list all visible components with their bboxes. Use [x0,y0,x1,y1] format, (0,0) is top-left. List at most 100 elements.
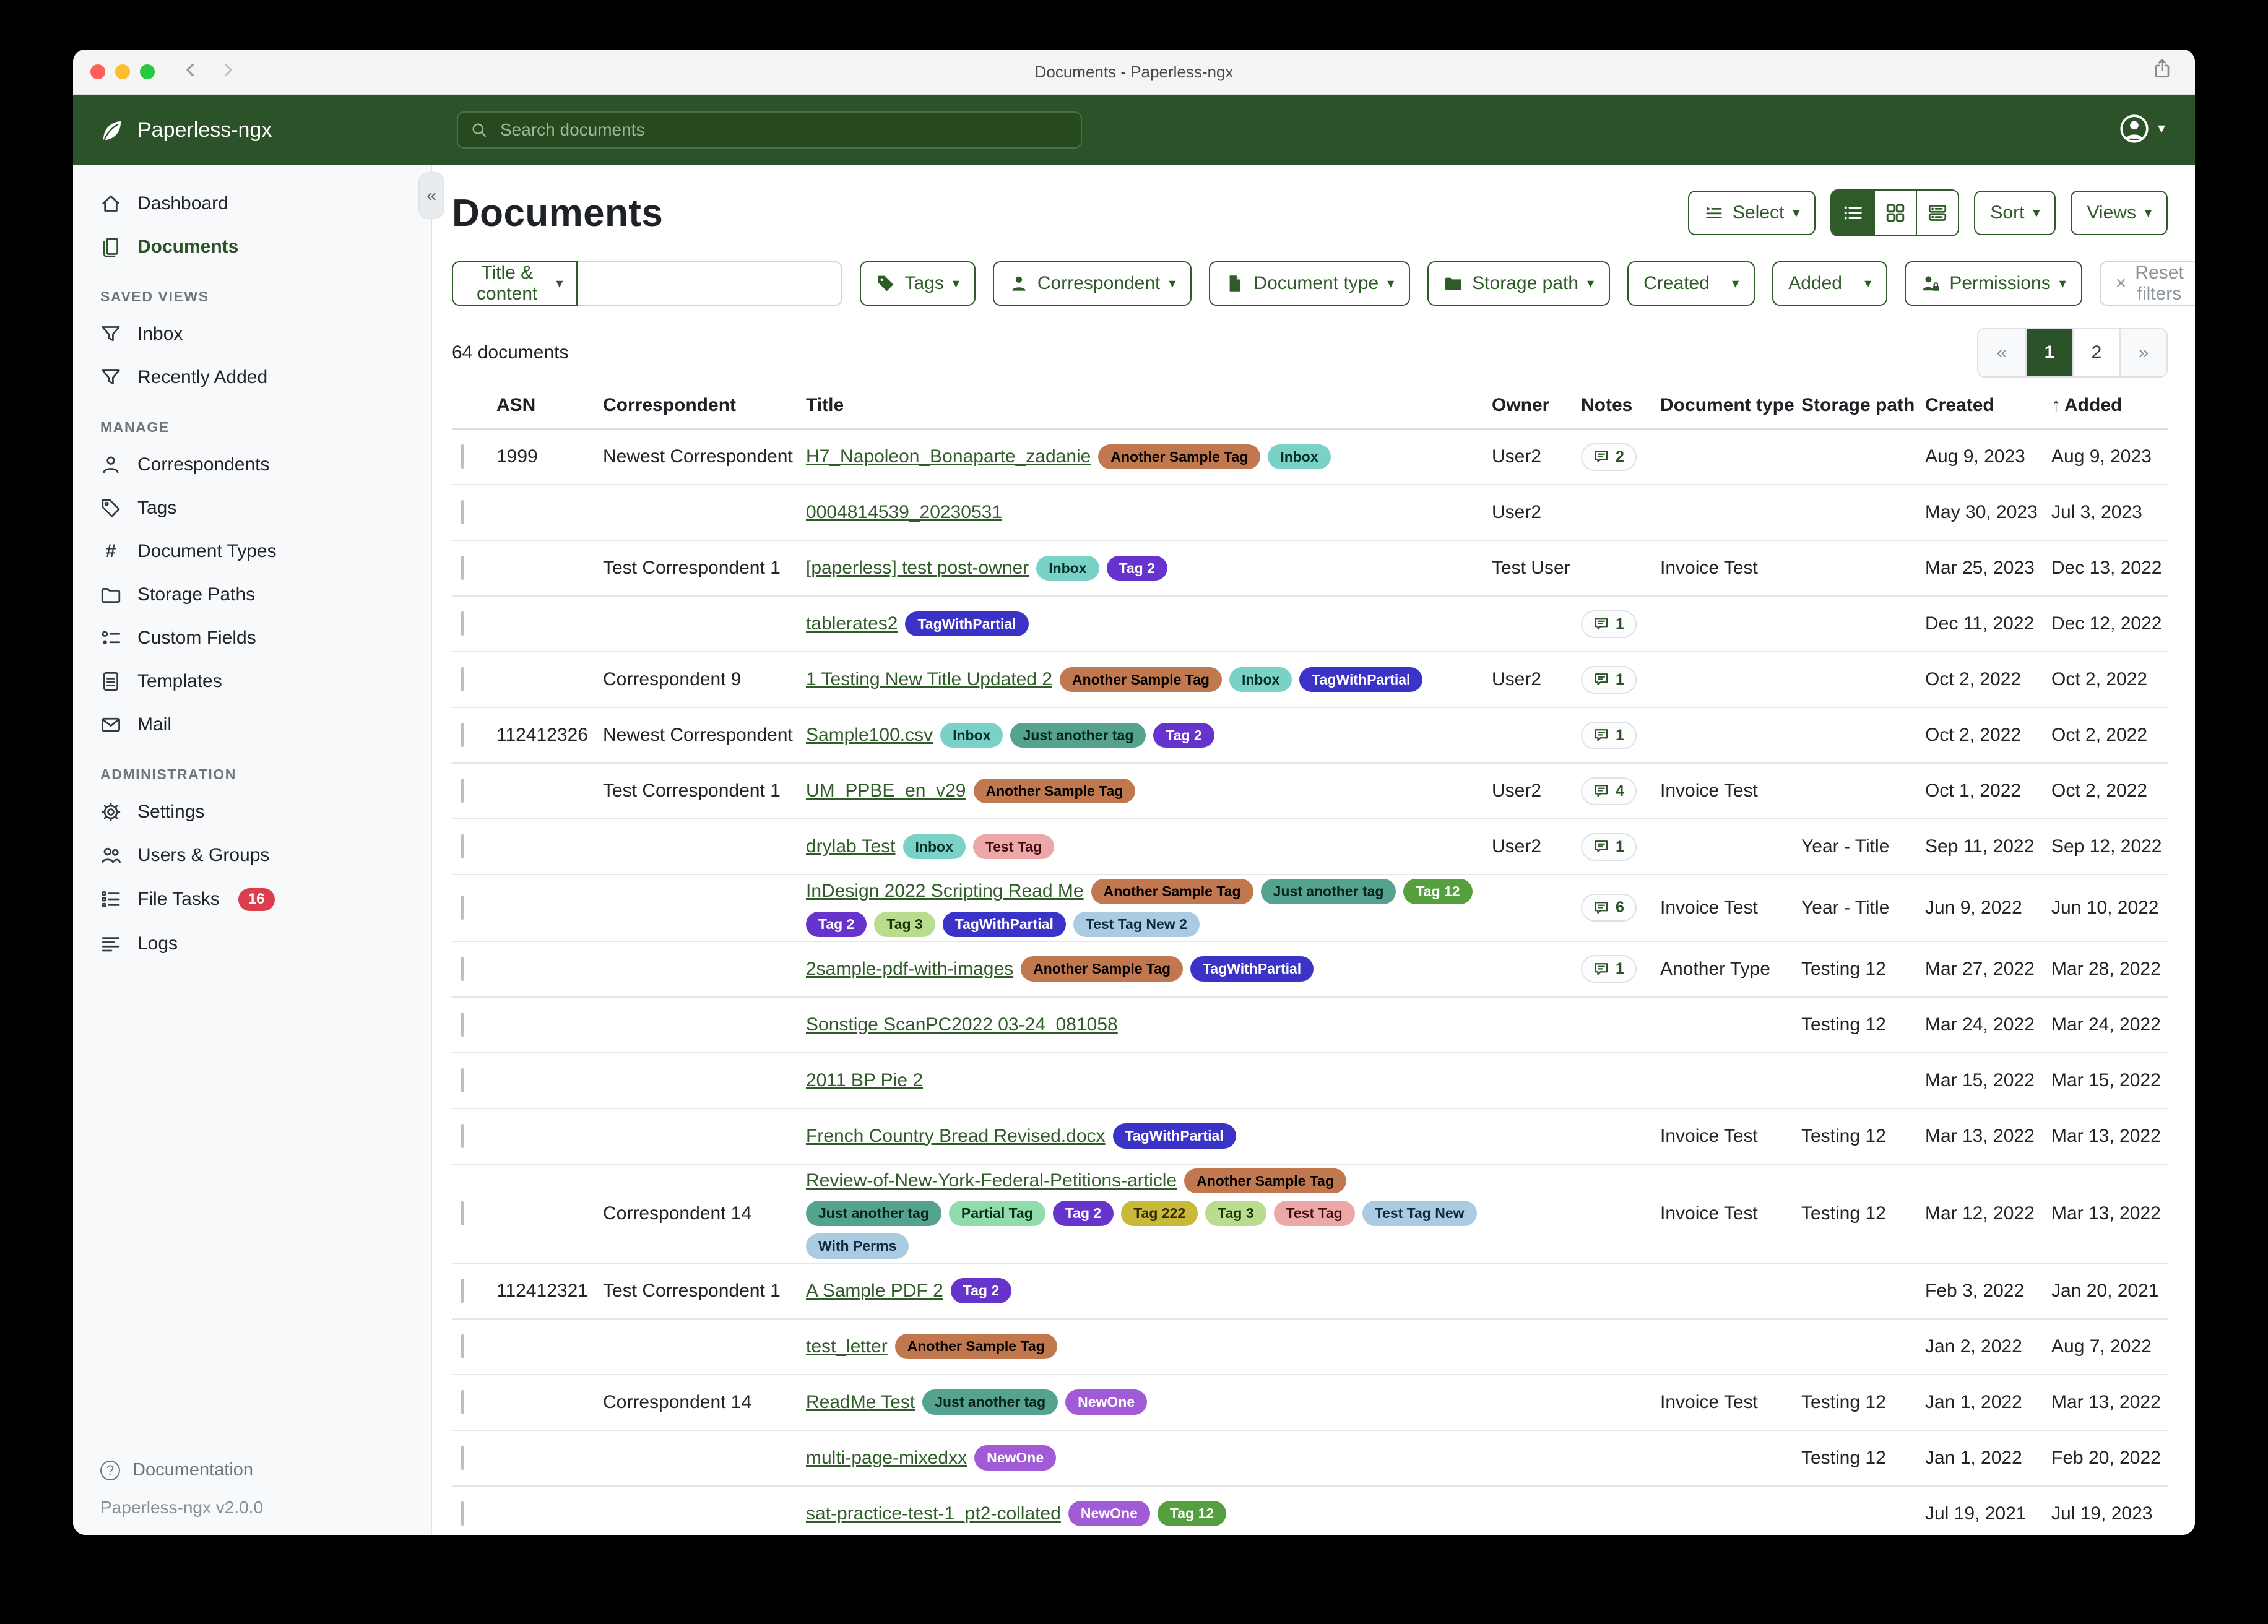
document-link[interactable]: drylab Test [806,836,896,857]
storage-path-filter-button[interactable]: Storage path▾ [1427,261,1610,306]
tag-chip[interactable]: Another Sample Tag [974,779,1136,804]
tag-chip[interactable]: TagWithPartial [1113,1123,1236,1149]
views-button[interactable]: Views▾ [2071,191,2168,235]
app-brand[interactable]: Paperless-ngx [98,116,272,144]
pagination-next-button[interactable]: » [2119,329,2166,376]
tag-chip[interactable]: Tag 12 [1158,1501,1226,1526]
sidebar-item-documents[interactable]: Documents [73,225,431,269]
tag-chip[interactable]: Tag 2 [951,1278,1011,1303]
sidebar-item-custom-fields[interactable]: Custom Fields [73,616,431,660]
notes-count-button[interactable]: 2 [1581,443,1637,471]
correspondent-filter-button[interactable]: Correspondent▾ [993,261,1192,306]
document-link[interactable]: H7_Napoleon_Bonaparte_zadanie [806,446,1091,467]
row-checkbox[interactable] [461,896,464,920]
row-checkbox[interactable] [461,1279,464,1303]
reset-filters-button[interactable]: ×Reset filters [2100,261,2195,306]
sidebar-item-dashboard[interactable]: Dashboard [73,182,431,225]
correspondent-cell[interactable]: Newest Correspondent [603,446,806,467]
document-type-cell[interactable]: Invoice Test [1660,1203,1801,1224]
title-content-input[interactable] [578,261,842,306]
document-link[interactable]: [paperless] test post-owner [806,558,1029,579]
row-checkbox[interactable] [461,1446,464,1470]
tag-chip[interactable]: Another Sample Tag [1091,879,1253,904]
document-link[interactable]: Sample100.csv [806,725,933,746]
document-link[interactable]: InDesign 2022 Scripting Read Me [806,881,1084,902]
sidebar-item-users-groups[interactable]: Users & Groups [73,834,431,877]
notes-count-button[interactable]: 6 [1581,894,1637,922]
storage-path-cell[interactable]: Testing 12 [1801,959,1925,980]
correspondent-cell[interactable]: Test Correspondent 1 [603,558,806,579]
document-link[interactable]: multi-page-mixedxx [806,1448,967,1469]
tags-filter-button[interactable]: Tags▾ [860,261,975,306]
tag-chip[interactable]: Another Sample Tag [1060,667,1222,693]
tag-chip[interactable]: Just another tag [1010,723,1146,748]
notes-count-button[interactable]: 1 [1581,722,1637,749]
view-detail-button[interactable] [1916,191,1958,235]
tag-chip[interactable]: TagWithPartial [1190,956,1314,982]
document-type-filter-button[interactable]: Document type▾ [1209,261,1410,306]
row-checkbox[interactable] [461,779,464,803]
tag-chip[interactable]: TagWithPartial [905,611,1028,637]
document-link[interactable]: sat-practice-test-1_pt2-collated [806,1503,1061,1524]
document-type-cell[interactable]: Invoice Test [1660,897,1801,918]
tag-chip[interactable]: TagWithPartial [1299,667,1422,693]
tag-chip[interactable]: NewOne [974,1445,1056,1471]
col-header-added[interactable]: ↑Added [2051,395,2168,416]
storage-path-cell[interactable]: Testing 12 [1801,1392,1925,1413]
col-header-title[interactable]: Title [806,395,1492,416]
user-menu[interactable]: ▾ [2118,113,2165,145]
row-checkbox[interactable] [461,957,464,981]
row-checkbox[interactable] [461,667,464,691]
sidebar-item-correspondents[interactable]: Correspondents [73,443,431,486]
row-checkbox[interactable] [461,1201,464,1225]
sidebar-item-inbox[interactable]: Inbox [73,313,431,356]
sidebar-item-recently-added[interactable]: Recently Added [73,356,431,399]
tag-chip[interactable]: Tag 12 [1403,879,1472,904]
document-link[interactable]: 2sample-pdf-with-images [806,959,1013,980]
tag-chip[interactable]: Another Sample Tag [1184,1168,1346,1194]
sidebar-item-templates[interactable]: Templates [73,660,431,703]
sidebar-item-logs[interactable]: Logs [73,922,431,965]
storage-path-cell[interactable]: Testing 12 [1801,1203,1925,1224]
tag-chip[interactable]: Tag 2 [1053,1201,1114,1226]
document-link[interactable]: 2011 BP Pie 2 [806,1070,923,1091]
tag-chip[interactable]: With Perms [806,1233,909,1259]
view-grid-button[interactable] [1874,191,1916,235]
document-link[interactable]: ReadMe Test [806,1392,915,1413]
view-list-button[interactable] [1832,191,1874,235]
row-checkbox[interactable] [461,556,464,580]
row-checkbox[interactable] [461,1068,464,1092]
tag-chip[interactable]: Test Tag New [1362,1201,1477,1226]
tag-chip[interactable]: Tag 3 [1205,1201,1266,1226]
document-type-cell[interactable]: Another Type [1660,959,1801,980]
col-header-correspondent[interactable]: Correspondent [603,395,806,416]
document-link[interactable]: 1 Testing New Title Updated 2 [806,669,1052,690]
document-link[interactable]: tablerates2 [806,613,898,634]
tag-chip[interactable]: Test Tag New 2 [1073,912,1200,937]
pagination-page-1[interactable]: 1 [2025,329,2072,376]
permissions-filter-button[interactable]: Permissions▾ [1905,261,2082,306]
tag-chip[interactable]: Tag 2 [1153,723,1214,748]
document-type-cell[interactable]: Invoice Test [1660,1126,1801,1147]
document-link[interactable]: French Country Bread Revised.docx [806,1126,1106,1147]
document-link[interactable]: Sonstige ScanPC2022 03-24_081058 [806,1014,1118,1035]
row-checkbox[interactable] [461,611,464,636]
share-icon[interactable] [2152,58,2173,84]
tag-chip[interactable]: Another Sample Tag [1098,444,1260,470]
sidebar-collapse-button[interactable]: « [418,172,444,219]
forward-icon[interactable] [219,61,236,84]
notes-count-button[interactable]: 1 [1581,955,1637,983]
tag-chip[interactable]: Partial Tag [949,1201,1045,1226]
tag-chip[interactable]: Another Sample Tag [1021,956,1183,982]
tag-chip[interactable]: Test Tag [973,834,1054,860]
tag-chip[interactable]: Tag 3 [874,912,935,937]
col-header-asn[interactable]: ASN [496,395,603,416]
zoom-window-button[interactable] [140,64,155,79]
sidebar-item-document-types[interactable]: #Document Types [73,530,431,573]
row-checkbox[interactable] [461,834,464,858]
pagination-page-2[interactable]: 2 [2072,329,2119,376]
correspondent-cell[interactable]: Test Correspondent 1 [603,780,806,801]
close-window-button[interactable] [90,64,105,79]
select-button[interactable]: Select▾ [1688,191,1816,235]
minimize-window-button[interactable] [115,64,130,79]
